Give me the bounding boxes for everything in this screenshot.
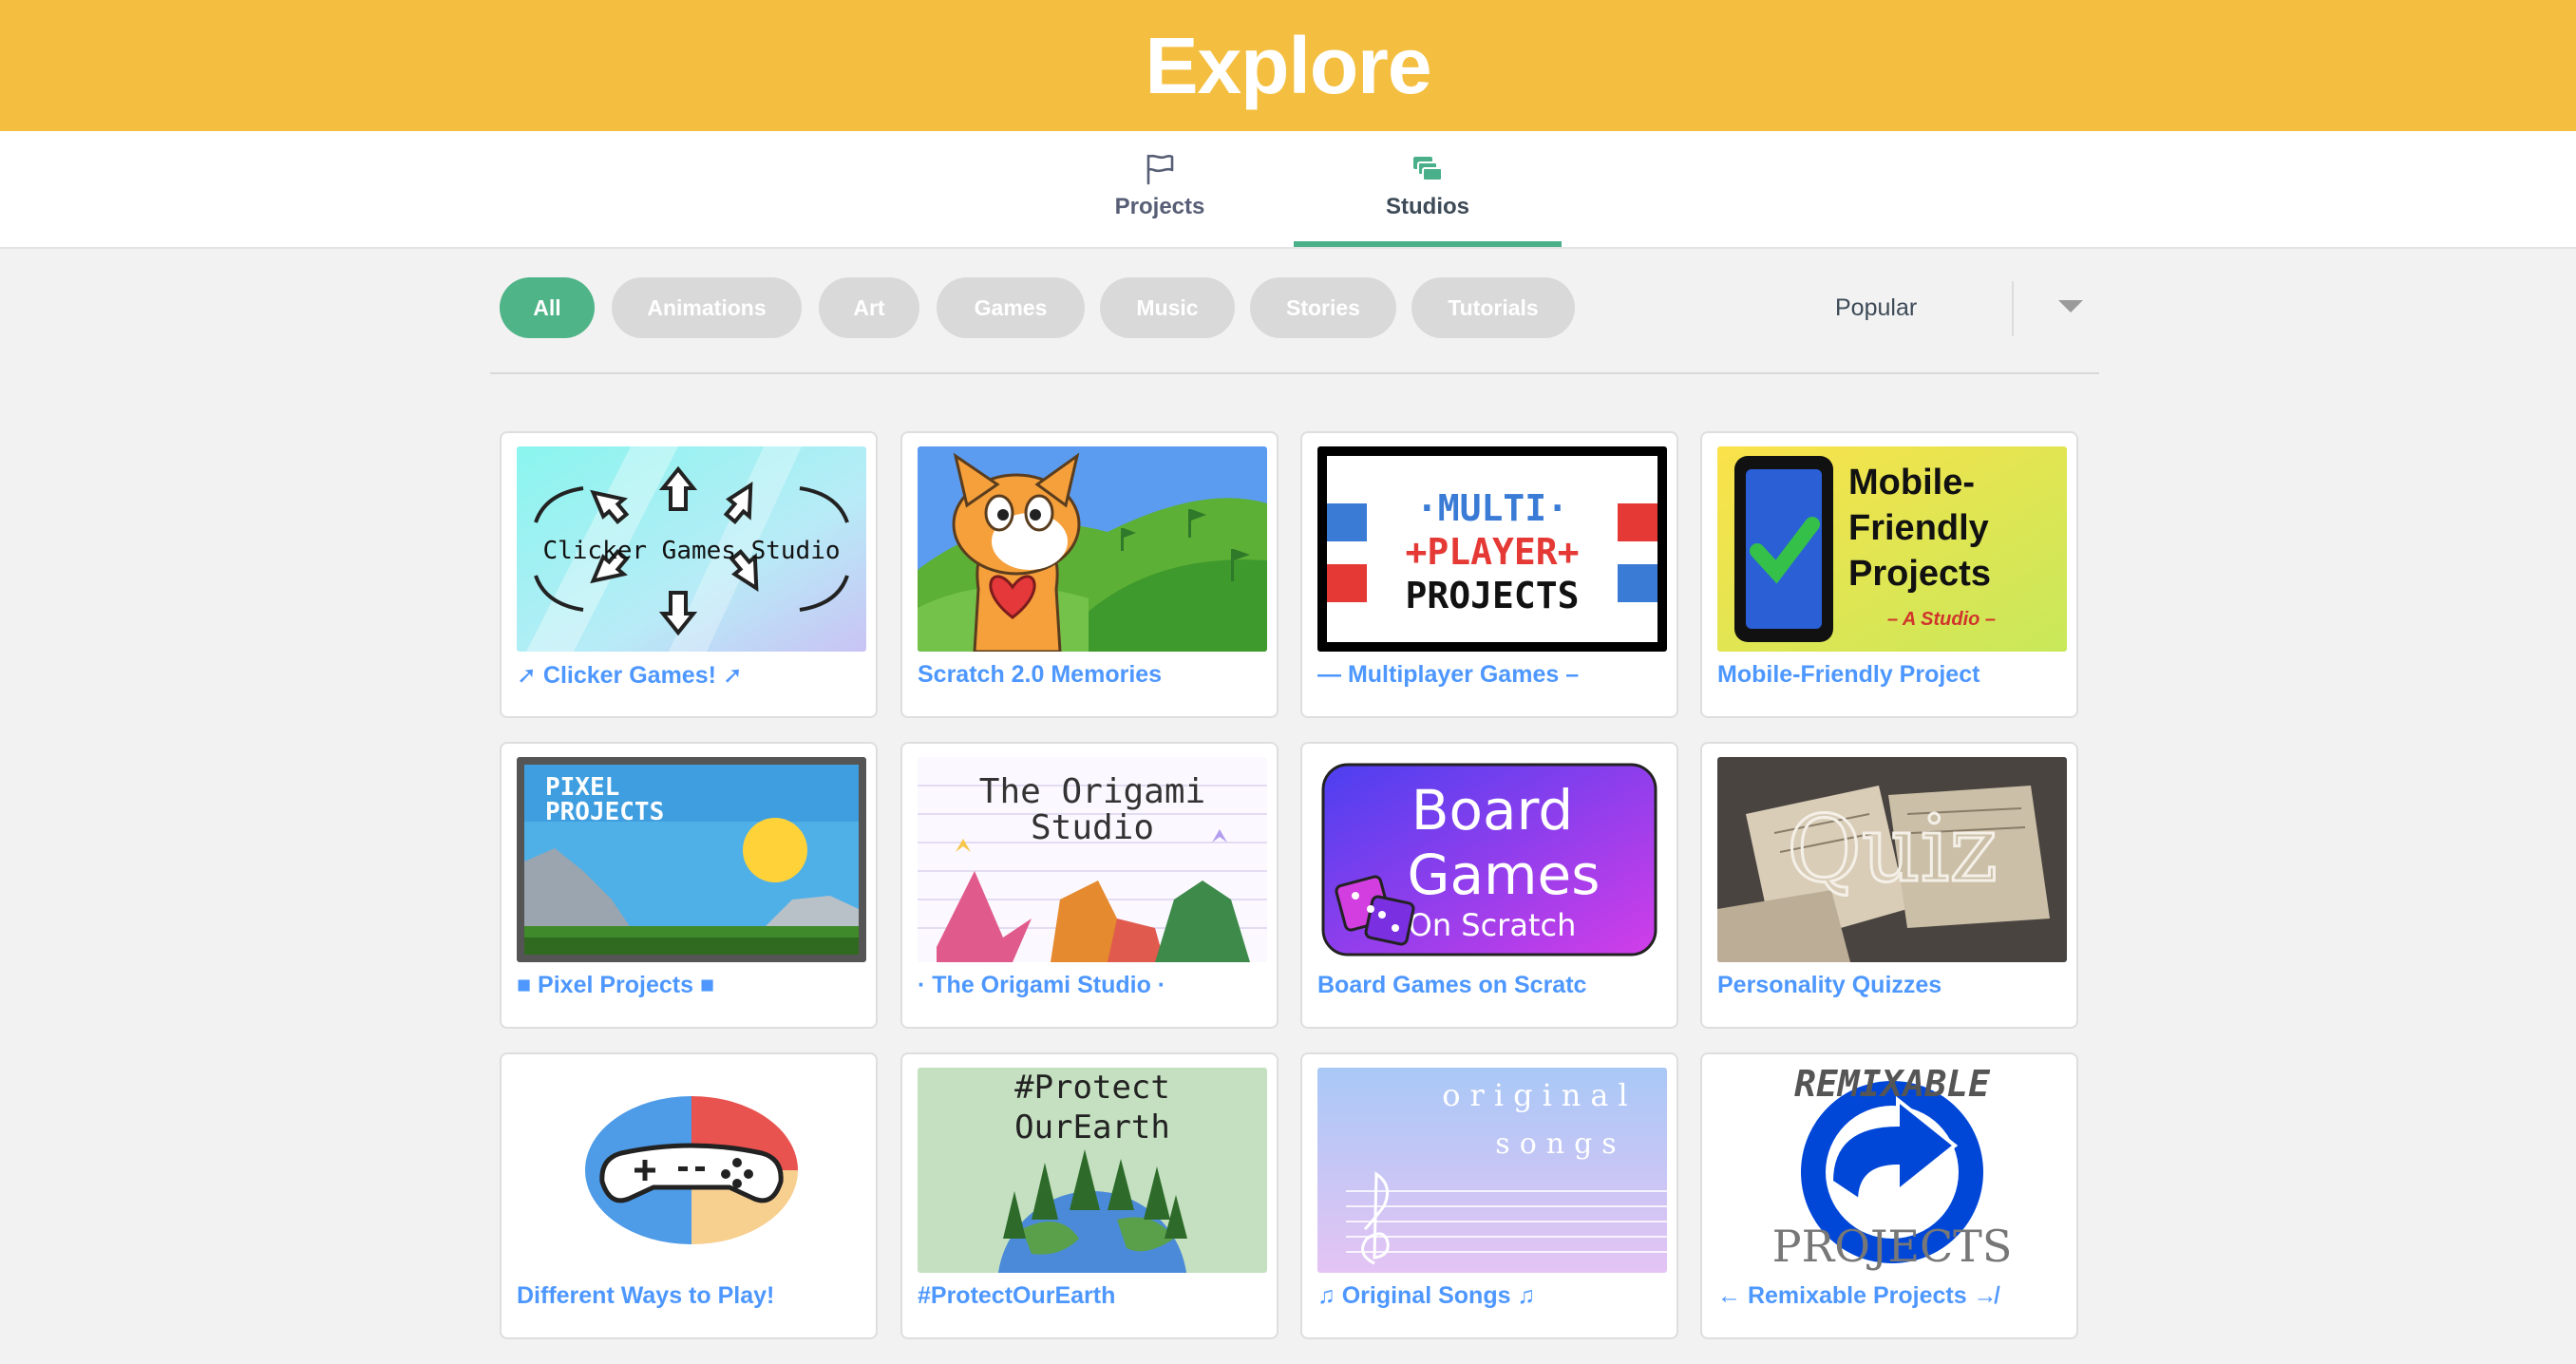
svg-text:Clicker Games Studio: Clicker Games Studio <box>542 537 840 565</box>
svg-text:Friendly: Friendly <box>1848 508 1989 548</box>
studio-thumbnail: PIXEL PROJECTS <box>517 757 866 962</box>
studio-title[interactable]: Scratch 2.0 Memories <box>918 661 1267 689</box>
studio-card-remixable-projects[interactable]: REMIXABLE PROJECTS ← Remixable Projects … <box>1700 1052 2078 1339</box>
studio-thumbnail <box>517 1068 866 1273</box>
studio-thumbnail: #Protect OurEarth <box>918 1068 1267 1273</box>
studio-card-scratch-memories[interactable]: Scratch 2.0 Memories <box>900 431 1279 718</box>
studio-title[interactable]: Mobile-Friendly Project <box>1717 661 2067 689</box>
tab-projects[interactable]: Projects <box>1026 131 1294 247</box>
flag-icon <box>1146 154 1174 185</box>
svg-text:Quiz: Quiz <box>1787 796 1998 902</box>
filter-bar: All Animations Art Games Music Stories T… <box>490 249 2099 374</box>
page-title: Explore <box>1145 20 1431 110</box>
quiz-thumbnail-image: Quiz <box>1717 757 2067 962</box>
mobile-friendly-thumbnail-image: Mobile- Friendly Projects – A Studio – <box>1717 446 2067 652</box>
remixable-thumbnail-image: REMIXABLE PROJECTS <box>1717 1068 2067 1273</box>
studio-title[interactable]: ← Remixable Projects ↛ <box>1717 1282 2067 1310</box>
sort-dropdown[interactable]: Popular <box>1799 277 2099 338</box>
svg-text:– A Studio –: – A Studio – <box>1887 609 1996 630</box>
svg-text:Board: Board <box>1411 778 1573 843</box>
studio-thumbnail <box>918 446 1267 652</box>
chevron-down-icon <box>2058 300 2083 313</box>
svg-text:Projects: Projects <box>1848 554 1991 594</box>
studios-icon <box>1413 157 1443 181</box>
filter-music[interactable]: Music <box>1100 277 1235 338</box>
studio-card-board-games[interactable]: Board Games On Scratch Board Games on Sc… <box>1300 742 1678 1029</box>
studio-card-mobile-friendly[interactable]: Mobile- Friendly Projects – A Studio – M… <box>1700 431 2078 718</box>
svg-text:PROJECTS: PROJECTS <box>1405 575 1579 616</box>
filter-animations[interactable]: Animations <box>612 277 802 338</box>
studio-title[interactable]: #ProtectOurEarth <box>918 1282 1267 1310</box>
svg-text:PROJECTS: PROJECTS <box>1772 1221 2013 1272</box>
svg-text:On Scratch: On Scratch <box>1409 907 1577 943</box>
filter-tutorials[interactable]: Tutorials <box>1411 277 1575 338</box>
studio-title[interactable]: ■ Pixel Projects ■ <box>517 972 866 999</box>
studio-card-different-ways[interactable]: Different Ways to Play! <box>500 1052 878 1339</box>
studio-card-clicker-games[interactable]: Clicker Games Studio ➚ Clicker Games! ➚ <box>500 431 878 718</box>
svg-text:#Protect: #Protect <box>1014 1069 1170 1107</box>
studio-card-origami[interactable]: The Origami Studio · The Origami Studio … <box>900 742 1279 1029</box>
filter-all[interactable]: All <box>500 277 595 338</box>
studio-title[interactable]: Board Games on Scratc <box>1317 972 1667 999</box>
filter-stories[interactable]: Stories <box>1250 277 1396 338</box>
svg-text:·MULTI·: ·MULTI· <box>1416 487 1568 529</box>
filter-games[interactable]: Games <box>937 277 1085 338</box>
studio-thumbnail: Board Games On Scratch <box>1317 757 1667 962</box>
studio-thumbnail: Mobile- Friendly Projects – A Studio – <box>1717 446 2067 652</box>
sort-selected-value: Popular <box>1835 294 1918 321</box>
svg-text:REMIXABLE: REMIXABLE <box>1794 1068 1991 1105</box>
svg-text:The Origami: The Origami <box>979 772 1205 811</box>
sort-divider <box>2012 281 2014 336</box>
studio-title[interactable]: — Multiplayer Games – <box>1317 661 1667 689</box>
studio-title[interactable]: Personality Quizzes <box>1717 972 2067 999</box>
studio-card-protect-our-earth[interactable]: #Protect OurEarth #ProtectOurEarth <box>900 1052 1279 1339</box>
svg-text:+PLAYER+: +PLAYER+ <box>1405 531 1579 573</box>
studio-thumbnail: The Origami Studio <box>918 757 1267 962</box>
studio-card-multiplayer-games[interactable]: ·MULTI· +PLAYER+ PROJECTS — Multiplayer … <box>1300 431 1678 718</box>
tab-bar: Projects Studios <box>0 131 2576 249</box>
multiplayer-thumbnail-image: ·MULTI· +PLAYER+ PROJECTS <box>1317 446 1667 652</box>
tab-studios[interactable]: Studios <box>1294 131 1562 247</box>
studio-thumbnail: ·MULTI· +PLAYER+ PROJECTS <box>1317 446 1667 652</box>
protect-earth-thumbnail-image: #Protect OurEarth <box>918 1068 1267 1273</box>
studio-title[interactable]: ➚ Clicker Games! ➚ <box>517 661 866 690</box>
tab-studios-label: Studios <box>1386 194 1469 219</box>
different-ways-thumbnail-image <box>517 1068 866 1273</box>
svg-text:songs: songs <box>1495 1127 1625 1161</box>
svg-text:OurEarth: OurEarth <box>1014 1108 1170 1146</box>
filter-art[interactable]: Art <box>819 277 919 338</box>
tab-projects-label: Projects <box>1114 194 1205 219</box>
studio-card-original-songs[interactable]: original songs ♫ Original Songs ♫ <box>1300 1052 1678 1339</box>
svg-text:original: original <box>1442 1077 1637 1113</box>
original-songs-thumbnail-image: original songs <box>1317 1068 1667 1273</box>
pixel-projects-thumbnail-image: PIXEL PROJECTS <box>517 757 866 962</box>
clicker-games-thumbnail-image: Clicker Games Studio <box>517 446 866 652</box>
origami-thumbnail-image: The Origami Studio <box>918 757 1267 962</box>
board-games-thumbnail-image: Board Games On Scratch <box>1317 757 1667 962</box>
studio-card-pixel-projects[interactable]: PIXEL PROJECTS ■ Pixel Projects ■ <box>500 742 878 1029</box>
studio-card-personality-quizzes[interactable]: Quiz Personality Quizzes <box>1700 742 2078 1029</box>
studio-thumbnail: REMIXABLE PROJECTS <box>1717 1068 2067 1273</box>
studio-thumbnail: Clicker Games Studio <box>517 446 866 652</box>
svg-text:Games: Games <box>1408 843 1601 907</box>
scratch-memories-thumbnail-image <box>918 446 1267 652</box>
studio-title[interactable]: ♫ Original Songs ♫ <box>1317 1282 1667 1310</box>
studio-thumbnail: original songs <box>1317 1068 1667 1273</box>
studio-title[interactable]: Different Ways to Play! <box>517 1282 866 1310</box>
studio-thumbnail: Quiz <box>1717 757 2067 962</box>
svg-text:Mobile-: Mobile- <box>1848 463 1975 502</box>
explore-header: Explore <box>0 0 2576 131</box>
svg-text:PROJECTS: PROJECTS <box>545 798 664 826</box>
studio-title[interactable]: · The Origami Studio · <box>918 972 1267 999</box>
svg-text:Studio: Studio <box>1031 808 1154 847</box>
